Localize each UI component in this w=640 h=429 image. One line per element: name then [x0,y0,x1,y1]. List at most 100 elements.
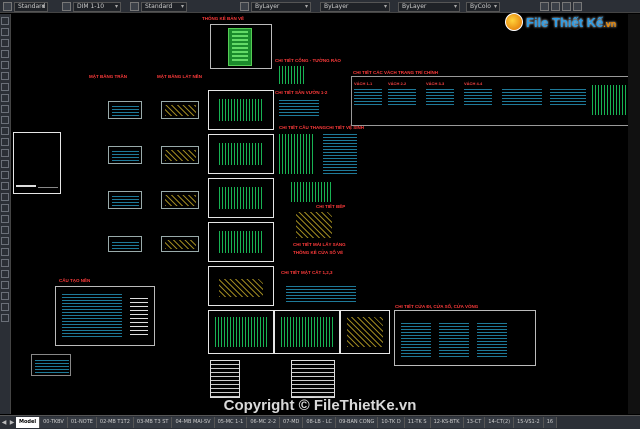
table-style-icon[interactable] [130,2,139,11]
layout-tab[interactable]: 01-NOTE [67,417,97,428]
insert-block-icon[interactable] [1,116,9,124]
layout-tab[interactable]: 16 [543,417,558,428]
table-style-select[interactable]: Standard [141,1,187,12]
rectangle-tool-icon[interactable] [1,50,9,58]
sheet-vach-frame: VÁCH 1-1 VÁCH 2-2 VÁCH 3-3 VÁCH 4-4 [351,76,628,126]
circle-tool-icon[interactable] [1,72,9,80]
plan-nen-4 [161,236,199,252]
layout-tab[interactable]: 04-MB MAI-SV [172,417,215,428]
sheet-center-3 [208,178,274,218]
plan-tran-1 [108,101,142,119]
detail-bottom-left [31,354,71,376]
rotate-tool-icon[interactable] [1,270,9,278]
dim-style-icon[interactable] [62,2,71,11]
layout-tab[interactable]: 10-TK D [378,417,405,428]
label-chi-tiet-cong: CHI TIẾT CỔNG - TƯỜNG RÀO [275,58,341,63]
logo-main-text: File Thiết Kế [526,14,604,30]
toolbar-icons-left: Standard [3,1,48,12]
label-mat-bang-tran: MẶT BẰNG TRẦN [89,74,127,79]
offset-tool-icon[interactable] [1,237,9,245]
layout-tab[interactable]: 12-KS-BTK [430,417,464,428]
first-tab-icon[interactable]: ◀ [0,418,8,427]
sheet-center-4 [208,222,274,262]
erase-tool-icon[interactable] [1,204,9,212]
gradient-tool-icon[interactable] [1,160,9,168]
text-tool-icon[interactable] [1,193,9,201]
layout-tab[interactable]: 06-MC 2-2 [247,417,281,428]
polygon-tool-icon[interactable] [1,39,9,47]
layout-tab[interactable]: Model [16,417,41,428]
linetype-select[interactable]: ByLayer [320,1,390,12]
restore-icon[interactable] [551,2,560,11]
make-block-icon[interactable] [1,127,9,135]
mirror-tool-icon[interactable] [1,226,9,234]
ellipse-tool-icon[interactable] [1,105,9,113]
sheet-bottom-1 [208,310,274,354]
layer-icon[interactable] [240,2,249,11]
logo-suffix-text: .vn [603,18,617,29]
right-panel [628,14,640,414]
line-tool-icon[interactable] [1,17,9,25]
layout-tab[interactable]: 03-MB T3 ST [133,417,173,428]
move-tool-icon[interactable] [1,259,9,267]
trim-tool-icon[interactable] [1,303,9,311]
label-chi-tiet-cua: CHI TIẾT CỬA ĐI, CỬA SỔ, CỬA VÒNG [395,304,479,309]
drawing-canvas[interactable]: THỐNG KÊ BẢN VẼ MẶT BẰNG TRẦN MẶT BẰNG L… [11,14,628,415]
next-tab-icon[interactable]: ▶ [8,418,16,427]
lineweight-select[interactable]: ByLayer [398,1,460,12]
hatch-tool-icon[interactable] [1,149,9,157]
table-tool-icon[interactable] [1,182,9,190]
label-chi-tiet-mai: CHI TIẾT MÁI LẤY SÁNG [293,242,346,247]
label-mat-bang-lat-nen: MẶT BẰNG LÁT NỀN [157,74,202,79]
arc-tool-icon[interactable] [1,61,9,69]
layout-tab[interactable]: 11-TK S [404,417,431,428]
layout-tab[interactable]: 15-VS1-2 [514,417,544,428]
text-style-select[interactable]: Standard [14,1,48,12]
layout-tab[interactable]: 07-MD [280,417,304,428]
sheet-index-table [228,28,252,66]
sheet-center-2 [208,134,274,174]
color-select[interactable]: ByLayer [251,1,311,12]
layout-tab[interactable]: 08-LB - LC [303,417,337,428]
spline-tool-icon[interactable] [1,94,9,102]
detail-bep [291,182,333,202]
properties-toolbar: Standard DIM 1-10 Standard ByLayer ByLay… [0,0,640,13]
table-left [210,360,240,398]
region-tool-icon[interactable] [1,171,9,179]
layout-tabs: Model 00-TKBV 01-NOTE 02-MB T1T2 03-MB T3 ST… [16,417,558,428]
stretch-tool-icon[interactable] [1,292,9,300]
polyline-tool-icon[interactable] [1,28,9,36]
layout-tab-bar: ◀ ▶ Model 00-TKBV 01-NOTE 02-MB T1T2 03-MB T… [0,415,640,429]
label-chi-tiet-mat-cat: CHI TIẾT MẶT CẮT 1,2,3 [281,270,333,275]
table-right [291,360,335,398]
detail-ve-sinh [323,134,357,174]
label-thong-ke-ban-ve: THỐNG KÊ BẢN VẼ [202,16,245,21]
array-tool-icon[interactable] [1,248,9,256]
dim-style-select[interactable]: DIM 1-10 [73,1,121,12]
cloud-tool-icon[interactable] [1,83,9,91]
extend-tool-icon[interactable] [1,314,9,322]
plot-style-select[interactable]: ByColo [466,1,500,12]
settings-icon[interactable] [562,2,571,11]
label-vach-4: VÁCH 4-4 [464,81,483,86]
text-style-icon[interactable] [3,2,12,11]
copy-tool-icon[interactable] [1,215,9,223]
layout-tab[interactable]: 09-BAN CONG [336,417,379,428]
plan-tran-2 [108,146,142,164]
sheet-index-frame [210,24,272,69]
layout-tab[interactable]: 05-MC 1-1 [214,417,248,428]
layout-tab[interactable]: 00-TKBV [40,417,68,428]
layout-tab[interactable]: 14-CT(2) [485,417,515,428]
label-vach-2: VÁCH 2-2 [388,81,407,86]
point-tool-icon[interactable] [1,138,9,146]
plan-nen-1 [161,101,199,119]
minimize-icon[interactable] [540,2,549,11]
label-thong-ke-cua: THÔNG KÊ CỬA SỔ VÉ [293,250,344,255]
layout-tab[interactable]: 02-MB T1T2 [96,417,134,428]
scale-tool-icon[interactable] [1,281,9,289]
label-chi-tiet-bep: CHI TIẾT BẾP [316,204,346,209]
layout-tab[interactable]: 13-CT [463,417,486,428]
sheet-cau-tao-nen [55,286,155,346]
plan-tran-3 [108,191,142,209]
close-icon[interactable] [573,2,582,11]
